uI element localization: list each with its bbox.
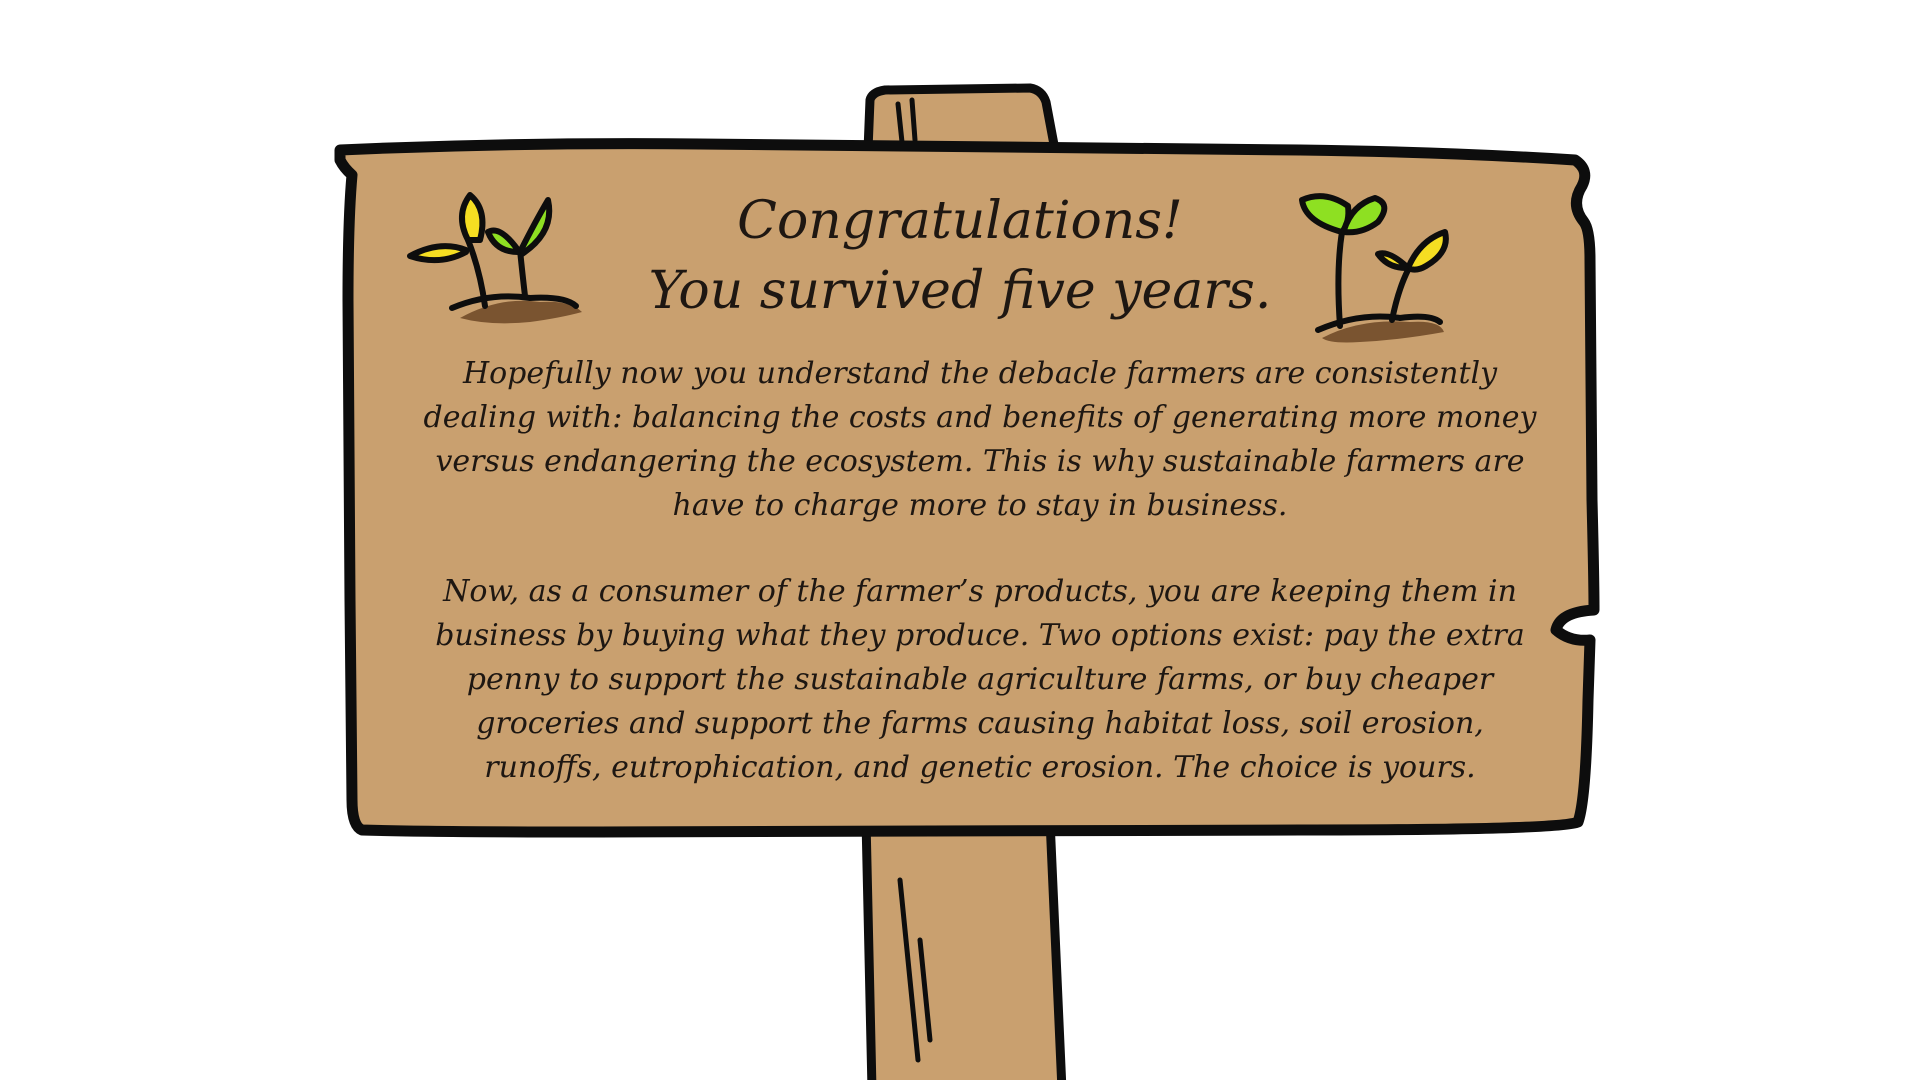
wooden-sign-illustration (334, 83, 1600, 1080)
heading-line-1: Congratulations! (737, 191, 1183, 251)
sign-paragraph-1: Hopefully now you understand the debacle… (423, 356, 1537, 523)
sign-heading: Congratulations! You survived five years… (560, 186, 1360, 326)
sign-post-bottom (861, 815, 1067, 1080)
sign-paragraph-2: Now, as a consumer of the farmer’s produ… (435, 574, 1525, 785)
heading-line-2: You survived five years. (648, 261, 1272, 321)
end-screen: Congratulations! You survived five years… (0, 0, 1920, 1080)
